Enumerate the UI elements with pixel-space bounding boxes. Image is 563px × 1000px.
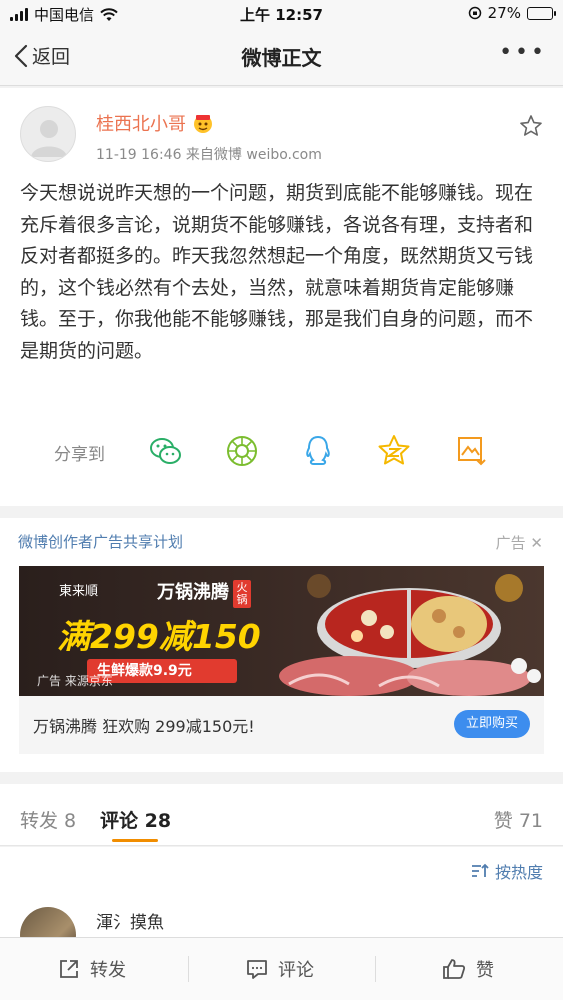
qzone-icon[interactable] xyxy=(376,433,412,469)
weibo-post: 桂西北小哥 11-19 16:46 来自微博 weibo.com 今天想说说昨天… xyxy=(0,88,563,506)
close-icon: ✕ xyxy=(530,534,543,552)
comment-username[interactable]: 渾氵摸魚 xyxy=(96,908,164,933)
repost-icon xyxy=(60,960,78,978)
ad-close-button[interactable]: 广告 ✕ xyxy=(496,532,543,553)
nav-bar: 返回 微博正文 ••• xyxy=(0,28,563,86)
ad-footer[interactable]: 万锅沸腾 狂欢购 299减150元! 立即购买 xyxy=(19,696,544,754)
ad-program-link[interactable]: 微博创作者广告共享计划 xyxy=(18,531,183,552)
ad-brand: 東来順 xyxy=(59,584,99,599)
repost-label: 转发 xyxy=(90,960,126,981)
comment-label: 评论 xyxy=(278,960,314,981)
ad-source: 广告 来源京东 xyxy=(37,674,113,688)
sort-label: 按热度 xyxy=(494,863,543,882)
default-avatar-icon xyxy=(31,120,67,157)
favorite-star-icon[interactable] xyxy=(519,114,543,138)
wechat-icon[interactable] xyxy=(148,433,184,469)
orientation-lock-icon xyxy=(468,6,481,20)
ad-main-offer: 满299减150 xyxy=(57,617,261,656)
toolbar-divider xyxy=(375,956,376,982)
comment-icon xyxy=(247,960,267,979)
comment-list: 按热度 渾氵摸魚 xyxy=(0,847,563,963)
post-meta: 11-19 16:46 来自微博 weibo.com xyxy=(96,147,322,163)
active-tab-indicator xyxy=(112,839,158,842)
thumbs-up-icon xyxy=(443,959,466,979)
ad-headline: 万锅沸腾 xyxy=(157,582,229,603)
sort-by-hot-button[interactable]: 按热度 xyxy=(471,859,543,883)
vip-emoji-icon xyxy=(194,115,212,133)
ad-tag-label: 广告 xyxy=(495,534,526,552)
save-image-icon[interactable] xyxy=(454,433,490,469)
status-bar-right: 27% xyxy=(468,4,556,22)
tab-repost[interactable]: 转发 8 xyxy=(20,806,76,833)
repost-button[interactable]: 转发 xyxy=(58,956,126,982)
like-label: 赞 xyxy=(476,960,494,981)
toolbar-divider xyxy=(188,956,189,982)
username-text: 桂西北小哥 xyxy=(96,114,186,135)
more-button[interactable]: ••• xyxy=(499,42,547,64)
share-label: 分享到 xyxy=(54,445,105,465)
comment-button[interactable]: 评论 xyxy=(246,956,314,982)
sort-icon xyxy=(471,863,489,877)
ad-card: 微博创作者广告共享计划 广告 ✕ 東来順 万锅沸腾 火锅 满299减150 生鲜… xyxy=(0,518,563,772)
ad-badge: 火锅 xyxy=(233,580,251,608)
post-content: 今天想说说昨天想的一个问题，期货到底能不能够赚钱。现在充斥着很多言论，说期货不能… xyxy=(20,182,534,362)
buy-now-button[interactable]: 立即购买 xyxy=(454,710,530,738)
moments-icon[interactable] xyxy=(224,433,260,469)
battery-icon xyxy=(527,6,556,20)
ad-banner-image[interactable]: 東来順 万锅沸腾 火锅 满299减150 生鲜爆款9.9元 广告 来源京东 xyxy=(19,566,544,696)
share-row: 分享到 xyxy=(0,428,563,474)
tab-comment[interactable]: 评论 28 xyxy=(100,806,171,833)
avatar[interactable] xyxy=(20,106,76,162)
page-title: 微博正文 xyxy=(241,46,322,70)
bottom-toolbar: 转发 评论 赞 xyxy=(0,937,563,1000)
tab-like[interactable]: 赞 71 xyxy=(494,806,543,833)
interaction-tabs: 转发 8 评论 28 赞 71 xyxy=(0,784,563,846)
qq-icon[interactable] xyxy=(300,433,336,469)
battery-percent: 27% xyxy=(487,4,521,22)
status-bar: 中国电信 上午 12:57 27% xyxy=(0,0,563,28)
ad-description: 万锅沸腾 狂欢购 299减150元! xyxy=(33,717,255,736)
like-button[interactable]: 赞 xyxy=(442,956,494,982)
post-username[interactable]: 桂西北小哥 xyxy=(96,110,214,136)
